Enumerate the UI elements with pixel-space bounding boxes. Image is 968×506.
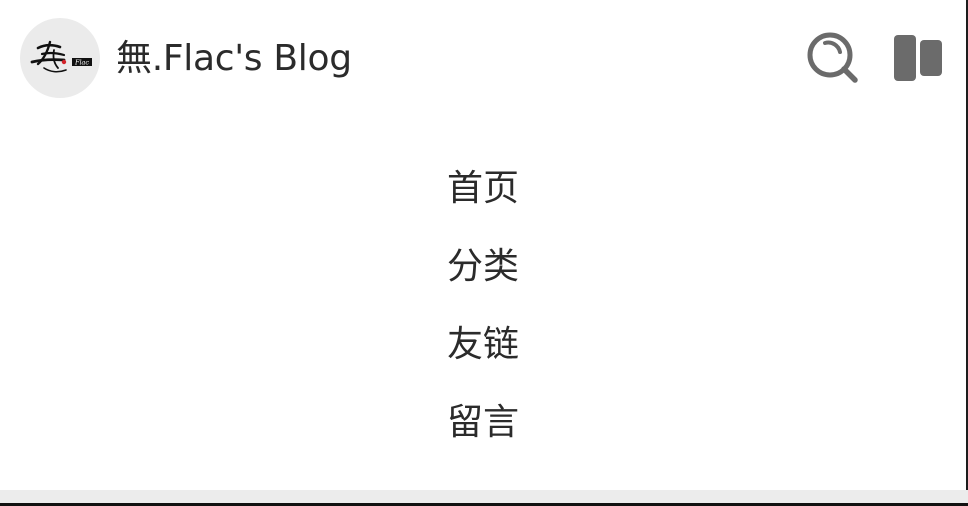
menu-button[interactable] [888, 30, 948, 86]
nav-item-categories: 分类 [0, 238, 966, 316]
page: Flac 無.Flac's Blog 首页 分类 友链 留言 [0, 0, 966, 490]
nav-item-guestbook: 留言 [0, 394, 966, 472]
nav-link-home[interactable]: 首页 [447, 160, 519, 218]
menu-icon [894, 35, 942, 81]
svg-text:Flac: Flac [74, 59, 89, 67]
search-icon [807, 32, 858, 83]
nav-item-links: 友链 [0, 316, 966, 394]
nav-item-home: 首页 [0, 160, 966, 238]
avatar[interactable]: Flac [20, 18, 100, 98]
main-nav: 首页 分类 友链 留言 [0, 160, 966, 472]
nav-link-links[interactable]: 友链 [447, 316, 519, 374]
avatar-logo-icon: Flac [30, 40, 92, 73]
nav-link-guestbook[interactable]: 留言 [447, 394, 519, 452]
nav-link-categories[interactable]: 分类 [447, 238, 519, 296]
site-title[interactable]: 無.Flac's Blog [116, 36, 352, 82]
site-header: Flac 無.Flac's Blog [0, 0, 966, 118]
search-button[interactable] [802, 28, 862, 88]
